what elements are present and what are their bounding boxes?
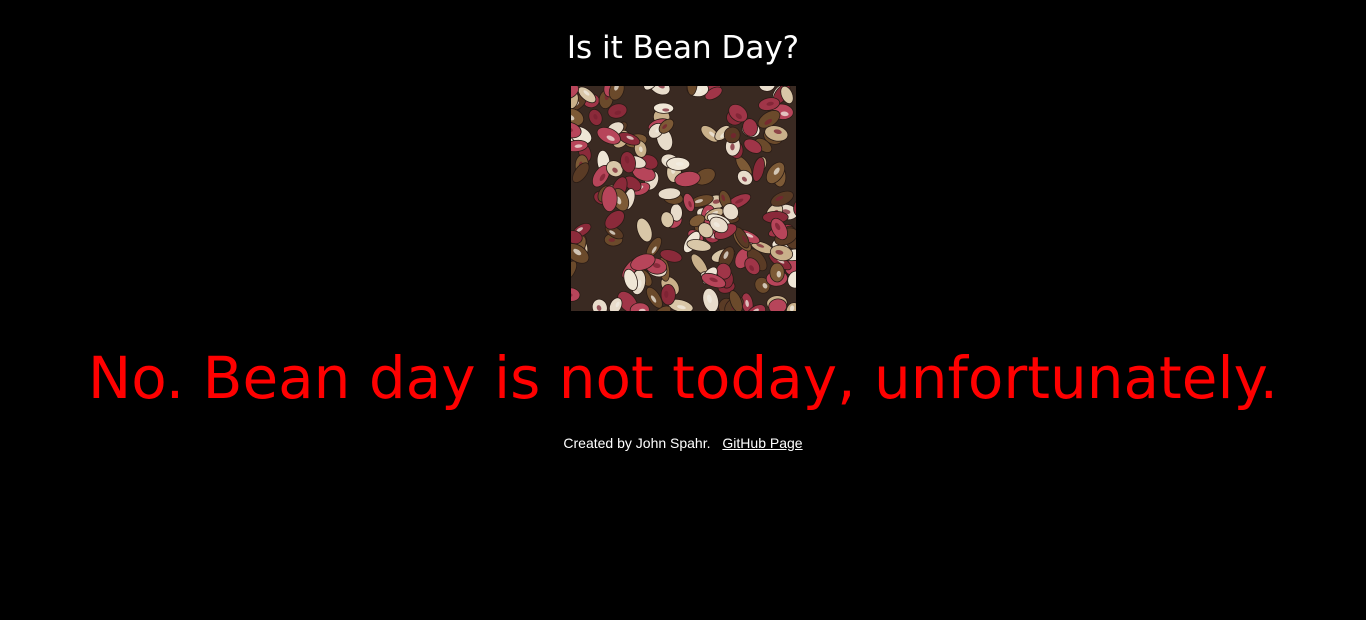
page: Is it Bean Day? No. Bean day is not toda…: [0, 0, 1366, 620]
footer: Created by John Spahr. GitHub Page: [0, 433, 1366, 453]
bean-day-answer: No. Bean day is not today, unfortunately…: [87, 344, 1279, 412]
page-title: Is it Bean Day?: [566, 30, 800, 66]
credit-text: Created by John Spahr.: [563, 435, 711, 451]
beans-photo: [571, 86, 796, 311]
github-page-link[interactable]: GitHub Page: [722, 435, 802, 451]
